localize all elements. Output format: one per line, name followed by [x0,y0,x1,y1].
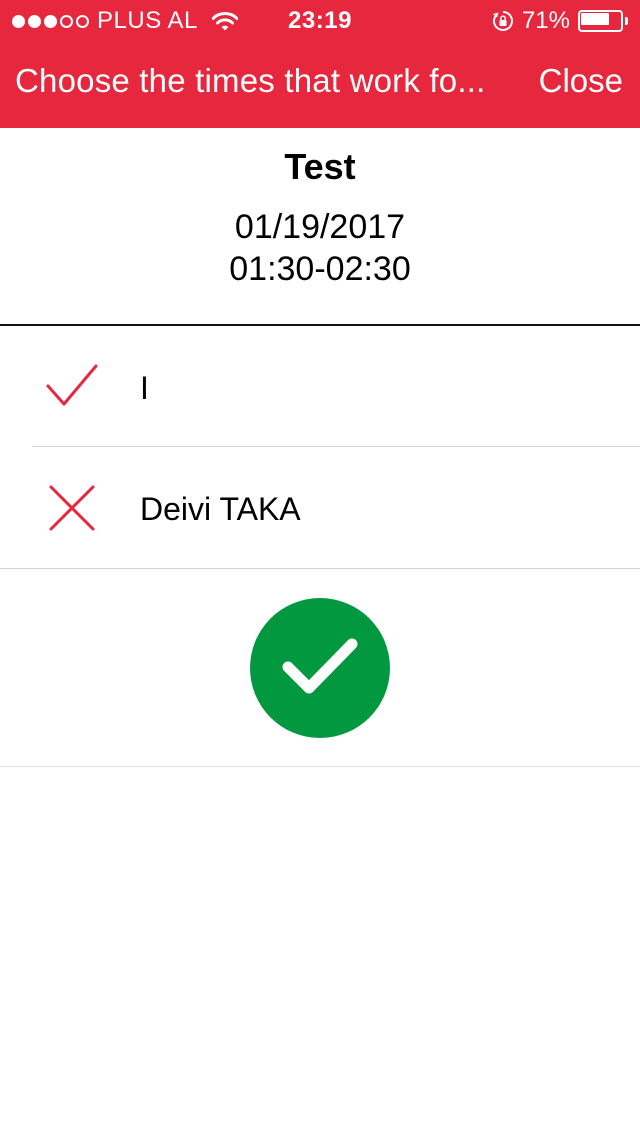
event-info: Test 01/19/2017 01:30-02:30 [0,128,640,324]
orientation-lock-icon [492,10,514,32]
close-button[interactable]: Close [539,62,623,100]
battery-tip [625,17,628,25]
checkmark-icon [46,364,98,410]
cross-icon [46,485,98,531]
status-bar: PLUS AL 23:19 71% [0,0,640,40]
participant-row[interactable]: I [0,326,640,447]
battery-percent: 71% [521,7,570,34]
event-date: 01/19/2017 [234,208,406,246]
nav-title: Choose the times that work fo... [15,62,486,99]
row-divider [0,568,640,569]
participant-name: I [140,370,149,406]
participant-name: Deivi TAKA [140,491,301,527]
confirm-button[interactable] [250,598,390,738]
battery-icon [578,10,628,32]
header: PLUS AL 23:19 71% Choose the times that … [0,0,640,128]
event-title: Test [284,146,356,187]
checkmark-icon [282,636,358,701]
participant-row[interactable]: Deivi TAKA [0,447,640,568]
event-time-range: 01:30-02:30 [229,250,411,288]
bottom-divider [0,766,640,767]
battery-fill [581,13,609,25]
status-right: 71% [492,7,628,35]
